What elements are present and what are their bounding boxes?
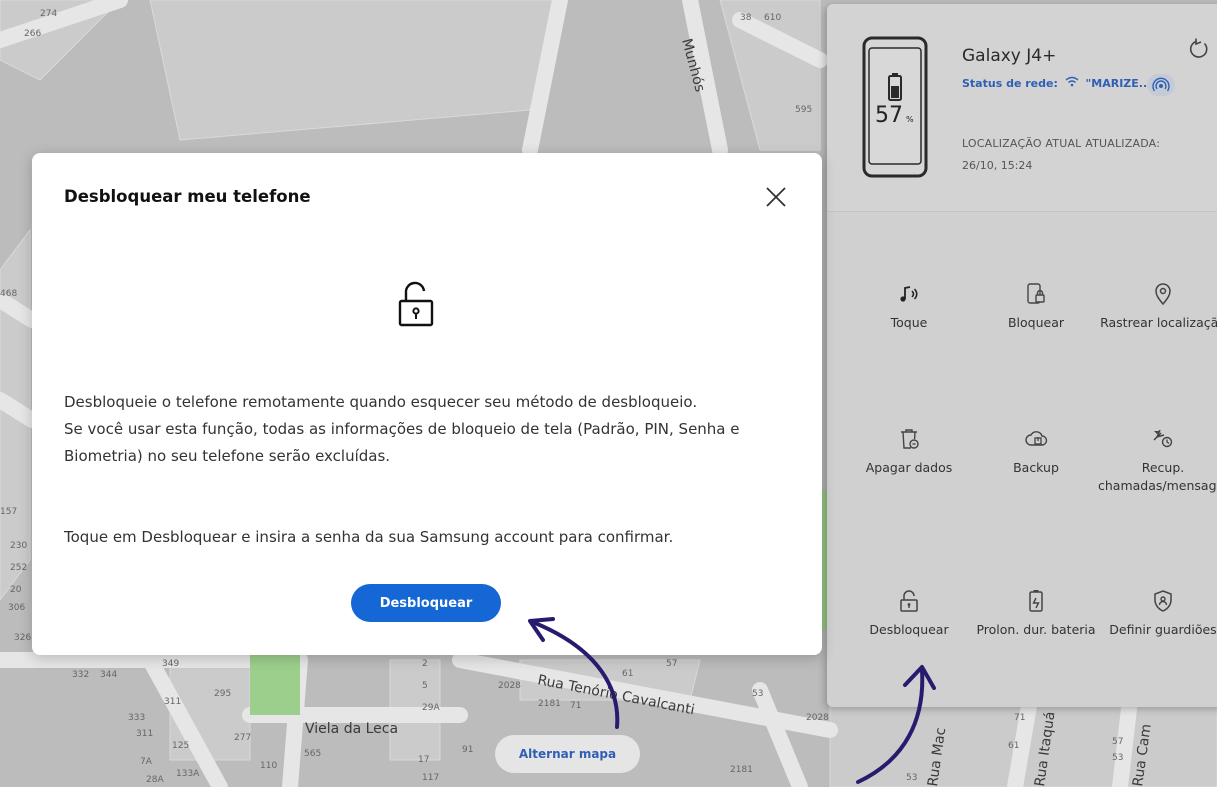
map-number: 610: [764, 13, 781, 23]
map-number: 349: [162, 659, 179, 669]
map-number: 71: [1014, 713, 1025, 723]
map-number: 5: [422, 681, 428, 691]
map-number: 332: [72, 670, 89, 680]
battery-value: 57: [875, 103, 903, 128]
action-unlock[interactable]: Desbloquear: [844, 589, 974, 639]
map-number: 2: [422, 659, 428, 669]
battery-unit: %: [906, 115, 914, 124]
action-erase-data[interactable]: Apagar dados: [844, 427, 974, 477]
action-label: Bloquear: [1007, 315, 1065, 330]
map-number: 61: [622, 669, 633, 679]
map-number: 53: [752, 689, 763, 699]
action-extend-battery[interactable]: Prolon. dur. bateria: [971, 589, 1101, 639]
location-pin-icon: [1155, 283, 1171, 306]
street-label-viela: Viela da Leca: [305, 721, 398, 737]
map-number: 333: [128, 713, 145, 723]
map-number: 53: [1112, 753, 1123, 763]
unlock-icon: [398, 281, 434, 327]
map-number: 117: [422, 773, 439, 783]
action-label: Backup: [1013, 460, 1059, 475]
dialog-text-line1: Desbloqueie o telefone remotamente quand…: [64, 393, 698, 411]
action-label: Rastrear localização: [1100, 315, 1217, 330]
map-number: 53: [906, 773, 917, 783]
network-label: Status de rede:: [962, 77, 1058, 90]
map-number: 565: [304, 749, 321, 759]
action-label: Definir guardiões: [1109, 622, 1217, 637]
shield-icon: [1154, 590, 1172, 612]
map-number: 277: [234, 733, 251, 743]
action-label: Desbloquear: [869, 622, 949, 637]
device-panel: 57% Galaxy J4+ Status de rede: "MARIZE..…: [827, 4, 1217, 707]
device-header: 57% Galaxy J4+ Status de rede: "MARIZE..…: [827, 4, 1217, 212]
map-number: 2028: [498, 681, 521, 691]
map-number: 230: [10, 541, 27, 551]
location-updated-time: 26/10, 15:24: [962, 159, 1033, 172]
dialog-text-line2: Se você usar esta função, todas as infor…: [64, 420, 740, 465]
location-updated-label: LOCALIZAÇÃO ATUAL ATUALIZADA:: [962, 137, 1161, 150]
map-number: 57: [1112, 737, 1123, 747]
map-number: 266: [24, 29, 41, 39]
map-number: 252: [10, 563, 27, 573]
unlock-icon: [900, 590, 918, 612]
map-number: 28A: [146, 775, 164, 785]
map-number: 125: [172, 741, 189, 751]
map-number: 17: [418, 755, 429, 765]
action-track-location[interactable]: Rastrear localização: [1098, 282, 1217, 332]
battery-level: 57%: [875, 103, 914, 128]
map-number: 2181: [538, 699, 561, 709]
unlock-dialog: Desbloquear meu telefone Desbloqueie o t…: [32, 153, 822, 655]
map-number: 311: [164, 697, 181, 707]
action-label: Toque: [890, 315, 928, 330]
network-value: "MARIZE...: [1085, 77, 1152, 90]
map-number: 38: [740, 13, 752, 23]
map-number: 468: [0, 289, 17, 299]
call-retrieve-icon: [1153, 429, 1173, 448]
action-backup[interactable]: Backup: [971, 427, 1101, 477]
dialog-body: Desbloqueie o telefone remotamente quand…: [64, 389, 784, 551]
lock-phone-icon: [1027, 283, 1045, 304]
dialog-title: Desbloquear meu telefone: [64, 187, 311, 206]
map-number: 595: [795, 105, 812, 115]
map-number: 71: [570, 701, 581, 711]
action-label: Apagar dados: [865, 460, 953, 475]
map-number: 274: [40, 9, 57, 19]
unlock-button[interactable]: Desbloquear: [351, 584, 501, 622]
sound-icon: [900, 286, 918, 302]
map-number: 61: [1008, 741, 1019, 751]
wifi-icon: [1065, 76, 1079, 90]
battery-icon: [1029, 590, 1043, 612]
dialog-text-line3: Toque em Desbloquear e insira a senha da…: [64, 528, 674, 546]
map-number: 311: [136, 729, 153, 739]
action-label: Prolon. dur. bateria: [976, 622, 1096, 637]
map-number: 91: [462, 745, 473, 755]
map-number: 133A: [176, 769, 200, 779]
trash-icon: [901, 429, 919, 449]
map-number: 157: [0, 507, 17, 517]
hotspot-icon[interactable]: [1147, 74, 1175, 96]
map-number: 7A: [140, 757, 153, 767]
action-retrieve-calls[interactable]: Recup. chamadas/mensagens: [1098, 427, 1217, 495]
refresh-icon[interactable]: [1187, 37, 1211, 61]
map-number: 326: [14, 633, 31, 643]
action-lock[interactable]: Bloquear: [971, 282, 1101, 332]
action-label: Recup. chamadas/mensagens: [1098, 460, 1217, 493]
map-number: 110: [260, 761, 277, 771]
map-number: 2028: [806, 713, 829, 723]
map-number: 2181: [730, 765, 753, 775]
action-set-guardians[interactable]: Definir guardiões: [1098, 589, 1217, 639]
map-number: 57: [666, 659, 677, 669]
map-number: 29A: [422, 703, 440, 713]
action-ring[interactable]: Toque: [844, 282, 974, 332]
map-number: 20: [10, 585, 22, 595]
cloud-backup-icon: [1025, 431, 1048, 446]
map-number: 344: [100, 670, 117, 680]
network-status: Status de rede: "MARIZE...: [962, 76, 1151, 90]
device-name: Galaxy J4+: [962, 46, 1057, 66]
close-icon[interactable]: [762, 183, 790, 211]
map-number: 295: [214, 689, 231, 699]
toggle-map-button[interactable]: Alternar mapa: [495, 735, 640, 773]
map-number: 306: [8, 603, 25, 613]
